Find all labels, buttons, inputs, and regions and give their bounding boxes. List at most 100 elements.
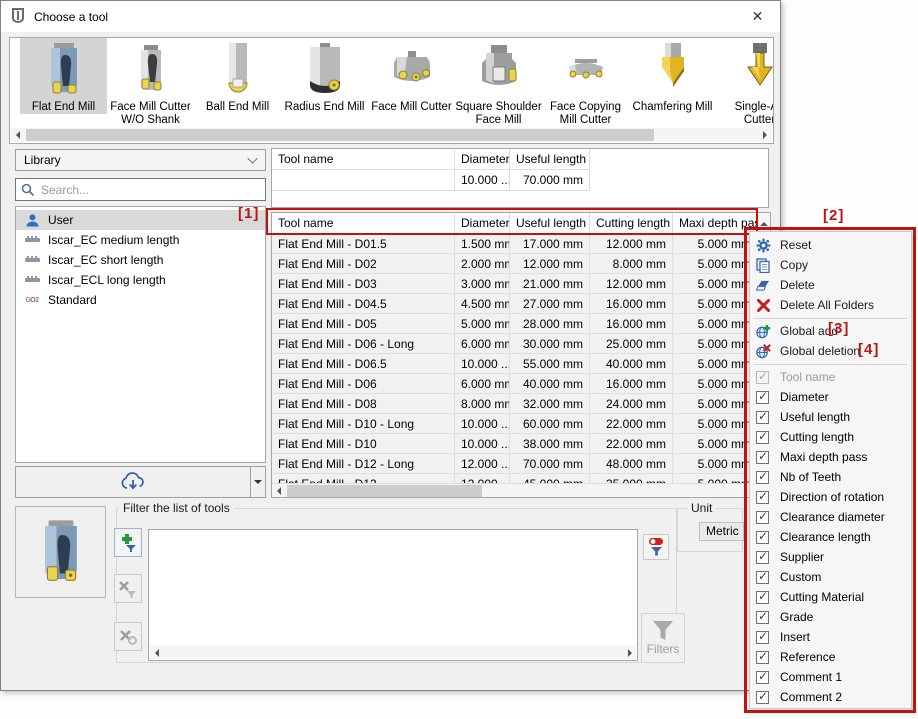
tool-strip-item[interactable]: Flat End Mill [20, 38, 107, 114]
column-visibility-checkbox[interactable]: ✓ Cutting Material [750, 587, 911, 607]
column-header[interactable]: Useful length [510, 149, 590, 170]
table-column-header[interactable]: Diameter [455, 213, 510, 234]
value-cell[interactable]: 6.000 mm [455, 334, 510, 354]
value-cell[interactable]: 10.000 ... [455, 434, 510, 454]
value-cell[interactable]: 5.000 mm [673, 414, 758, 434]
column-visibility-checkbox[interactable]: ✓ Comment 2 [750, 687, 911, 707]
value-cell[interactable]: 5.000 mm [673, 334, 758, 354]
close-button[interactable]: ✕ [735, 1, 780, 31]
tool-table-row[interactable]: Flat End Mill - D088.000 mm32.000 mm24.0… [272, 394, 758, 414]
value-cell[interactable]: 12.000 ... [455, 454, 510, 474]
checkbox-icon[interactable]: ✓ [756, 431, 769, 444]
value-cell[interactable]: 21.000 mm [510, 274, 590, 294]
tool-name-cell[interactable]: Flat End Mill - D08 [272, 394, 455, 414]
column-visibility-checkbox[interactable]: ✓ Tool name [750, 367, 911, 387]
value-cell[interactable]: 5.000 mm [673, 254, 758, 274]
add-filter-button[interactable] [114, 528, 142, 557]
value-cell[interactable]: 16.000 mm [590, 374, 673, 394]
checkbox-icon[interactable]: ✓ [756, 371, 769, 384]
checkbox-icon[interactable]: ✓ [756, 691, 769, 704]
download-button-dropdown[interactable] [251, 467, 265, 497]
value-cell[interactable]: 25.000 mm [590, 334, 673, 354]
table-column-header[interactable]: Maxi depth pass [673, 213, 758, 234]
value-cell[interactable]: 4.500 mm [455, 294, 510, 314]
value-cell[interactable]: 30.000 mm [510, 334, 590, 354]
column-visibility-checkbox[interactable]: ✓ Grade [750, 607, 911, 627]
column-visibility-checkbox[interactable]: ✓ Diameter [750, 387, 911, 407]
value-cell[interactable]: 1.500 mm [455, 234, 510, 254]
toggle-filter-button[interactable] [643, 534, 669, 560]
column-visibility-checkbox[interactable]: ✓ Supplier [750, 547, 911, 567]
tool-strip-item[interactable]: Face Mill CutterW/O Shank [107, 38, 194, 127]
tool-name-cell[interactable]: Flat End Mill - D10 [272, 434, 455, 454]
value-cell[interactable]: 16.000 mm [590, 314, 673, 334]
tool-name-cell[interactable]: Flat End Mill - D06.5 [272, 354, 455, 374]
tool-table-row[interactable]: Flat End Mill - D066.000 mm40.000 mm16.0… [272, 374, 758, 394]
value-cell[interactable]: 5.000 mm [673, 454, 758, 474]
tool-table-row[interactable]: Flat End Mill - D06 - Long6.000 mm30.000… [272, 334, 758, 354]
checkbox-icon[interactable]: ✓ [756, 671, 769, 684]
value-cell[interactable]: 3.000 mm [455, 274, 510, 294]
value-cell[interactable]: 48.000 mm [590, 454, 673, 474]
checkbox-icon[interactable]: ✓ [756, 511, 769, 524]
column-visibility-checkbox[interactable]: ✓ Reference [750, 647, 911, 667]
checkbox-icon[interactable]: ✓ [756, 471, 769, 484]
tool-name-cell[interactable]: Flat End Mill - D04.5 [272, 294, 455, 314]
checkbox-icon[interactable]: ✓ [756, 651, 769, 664]
tool-table-row[interactable]: Flat End Mill - D06.510.000 ...55.000 mm… [272, 354, 758, 374]
context-menu-item[interactable]: Global deletion [750, 341, 911, 361]
value-cell[interactable]: 5.000 mm [673, 314, 758, 334]
context-menu-item[interactable]: Delete All Folders [750, 295, 911, 315]
selected-tool-name[interactable] [272, 170, 455, 191]
table-column-header[interactable]: Tool name [272, 213, 455, 234]
checkbox-icon[interactable]: ✓ [756, 611, 769, 624]
library-tree-item[interactable]: Iscar_EC medium length [16, 230, 265, 250]
context-menu-item[interactable]: Reset [750, 235, 911, 255]
tool-strip-item[interactable]: Ball End Mill [194, 38, 281, 114]
value-cell[interactable]: 5.000 mm [673, 234, 758, 254]
tool-name-cell[interactable]: Flat End Mill - D10 - Long [272, 414, 455, 434]
column-header[interactable]: Diameter [455, 149, 510, 170]
value-cell[interactable]: 32.000 mm [510, 394, 590, 414]
tool-strip-item[interactable]: Face CopyingMill Cutter [542, 38, 629, 127]
value-cell[interactable]: 5.000 mm [673, 354, 758, 374]
column-visibility-checkbox[interactable]: ✓ Clearance length [750, 527, 911, 547]
column-header[interactable]: Tool name [272, 149, 455, 170]
column-visibility-checkbox[interactable]: ✓ Custom [750, 567, 911, 587]
scroll-left-icon[interactable] [11, 128, 25, 142]
tool-name-cell[interactable]: Flat End Mill - D06 [272, 374, 455, 394]
filters-list-scrollbar[interactable] [150, 646, 636, 659]
context-menu-item[interactable]: Copy [750, 255, 911, 275]
checkbox-icon[interactable]: ✓ [756, 531, 769, 544]
tool-strip-item[interactable]: Radius End Mill [281, 38, 368, 114]
tool-name-cell[interactable]: Flat End Mill - D02 [272, 254, 455, 274]
scrollbar-thumb[interactable] [287, 485, 482, 497]
download-button-main[interactable] [16, 467, 251, 497]
tool-strip-item[interactable]: Face Mill Cutter [368, 38, 455, 114]
tool-strip-scrollbar[interactable] [11, 128, 772, 142]
value-cell[interactable]: 8.000 mm [590, 254, 673, 274]
column-visibility-checkbox[interactable]: ✓ Useful length [750, 407, 911, 427]
tool-table-row[interactable]: Flat End Mill - D12 - Long12.000 ...70.0… [272, 454, 758, 474]
value-cell[interactable]: 10.000 ... [455, 354, 510, 374]
library-tree-item[interactable]: GO2 Standard [16, 290, 265, 310]
value-cell[interactable]: 5.000 mm [673, 374, 758, 394]
column-visibility-checkbox[interactable]: ✓ Clearance diameter [750, 507, 911, 527]
scroll-right-icon[interactable] [623, 646, 636, 659]
active-filters-list[interactable] [148, 529, 638, 661]
tool-name-cell[interactable]: Flat End Mill - D01.5 [272, 234, 455, 254]
table-horizontal-scrollbar[interactable] [272, 483, 758, 497]
tool-strip-item[interactable]: Square ShoulderFace Mill [455, 38, 542, 127]
value-cell[interactable]: 22.000 mm [590, 434, 673, 454]
value-cell[interactable]: 8.000 mm [455, 394, 510, 414]
tool-strip-item[interactable]: Single-AnCutter [716, 38, 774, 127]
value-cell[interactable]: 24.000 mm [590, 394, 673, 414]
library-tree-item[interactable]: Iscar_ECL long length [16, 270, 265, 290]
tool-name-cell[interactable]: Flat End Mill - D03 [272, 274, 455, 294]
value-cell[interactable]: 28.000 mm [510, 314, 590, 334]
tool-table-row[interactable]: Flat End Mill - D022.000 mm12.000 mm8.00… [272, 254, 758, 274]
checkbox-icon[interactable]: ✓ [756, 591, 769, 604]
value-cell[interactable]: 38.000 mm [510, 434, 590, 454]
checkbox-icon[interactable]: ✓ [756, 631, 769, 644]
value-cell[interactable]: 17.000 mm [510, 234, 590, 254]
